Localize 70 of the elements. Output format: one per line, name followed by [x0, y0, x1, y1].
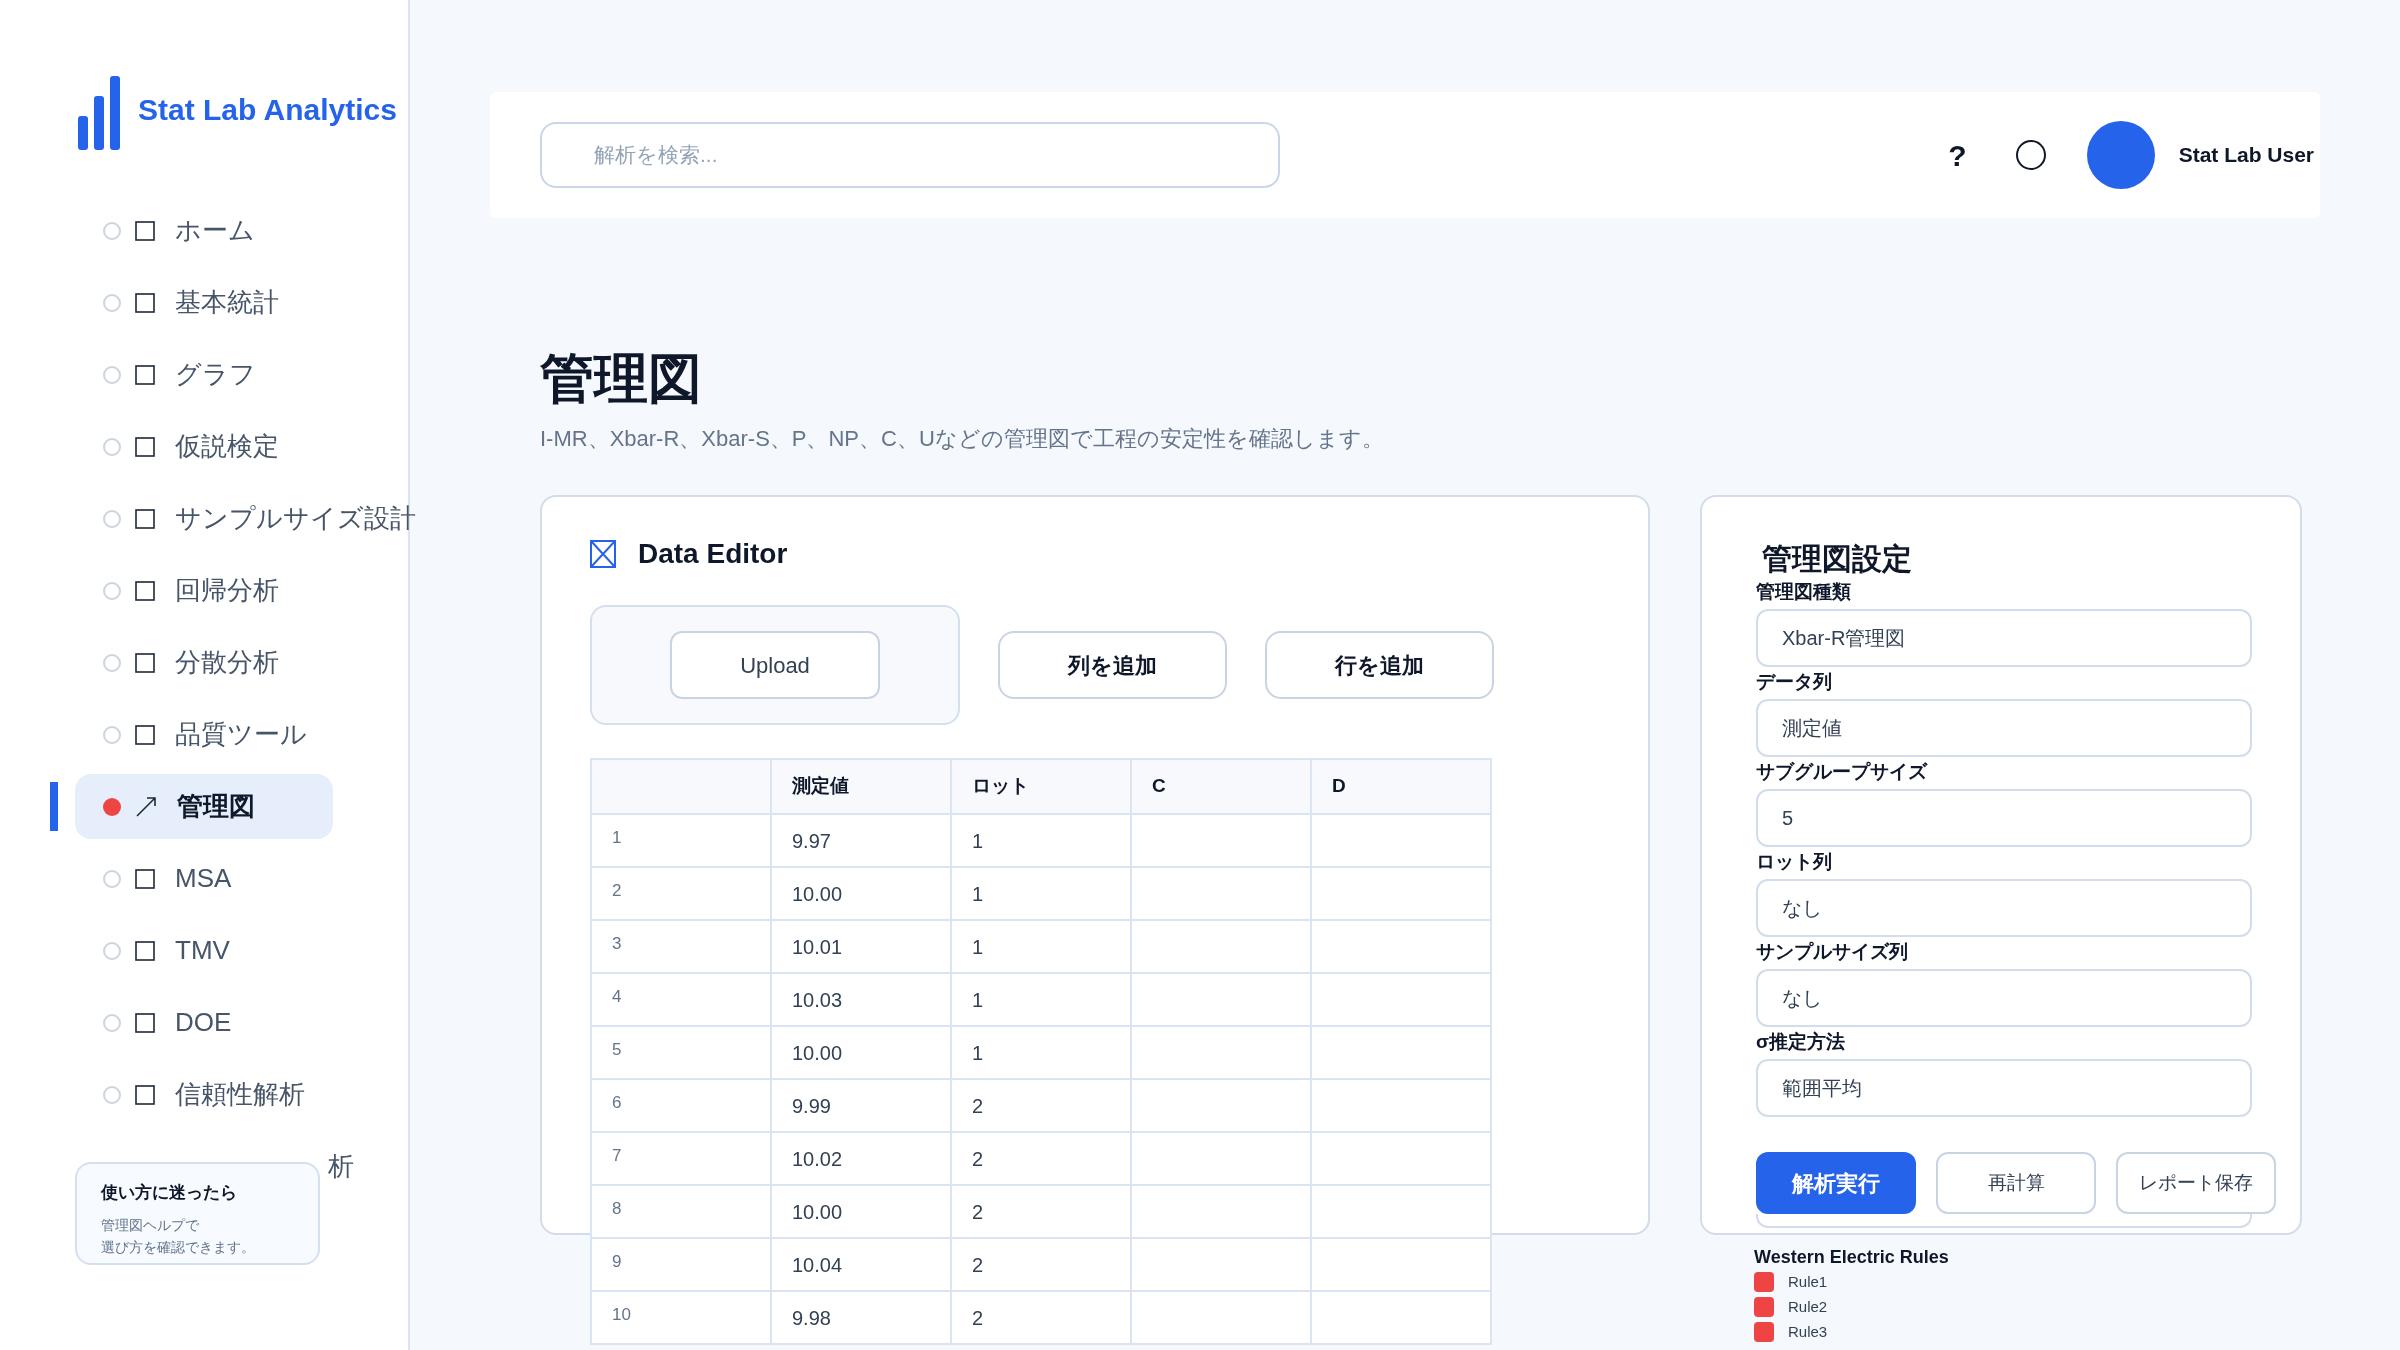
input-field[interactable]: 範囲平均 — [1756, 1059, 2252, 1117]
input-field[interactable] — [1756, 1214, 2252, 1228]
sidebar-item[interactable]: 回帰分析 — [75, 558, 333, 623]
page-title: 管理図 — [540, 347, 703, 410]
square-icon — [135, 292, 155, 313]
input-field[interactable]: Xbar-R管理図 — [1756, 609, 2252, 667]
action-button[interactable]: 再計算 — [1936, 1152, 2096, 1214]
help-icon[interactable]: ? — [1948, 132, 1967, 178]
bar-chart-logo-icon — [78, 76, 122, 150]
square-icon — [135, 220, 155, 241]
field-label: データ列 — [1756, 670, 1833, 694]
field-label: サブグループサイズ — [1756, 760, 1929, 784]
rule-label: Rule2 — [1788, 1296, 1828, 1317]
rules-title: Western Electric Rules — [1754, 1246, 1950, 1269]
active-indicator — [50, 782, 58, 831]
square-icon — [135, 364, 155, 385]
sidebar-item[interactable]: サンプルサイズ設計 — [75, 486, 426, 551]
sidebar-item[interactable]: ホーム — [75, 198, 333, 263]
crossed-square-icon — [590, 540, 616, 568]
input-field[interactable]: なし — [1756, 879, 2252, 937]
square-icon — [135, 868, 155, 889]
upload-button[interactable]: Upload — [670, 631, 880, 699]
card-title: Data Editor — [638, 537, 788, 571]
sidebar-item[interactable]: DOE — [75, 990, 333, 1055]
field-label: サンプルサイズ列 — [1756, 940, 1909, 964]
square-icon — [135, 436, 155, 457]
sidebar-item[interactable]: TMV — [75, 918, 333, 983]
rule-label: Rule1 — [1788, 1271, 1828, 1292]
rule-label: Rule3 — [1788, 1321, 1828, 1342]
input-field[interactable]: なし — [1756, 969, 2252, 1027]
help-title: 使い方に迷ったら — [101, 1182, 238, 1204]
user-name[interactable]: Stat Lab User — [2178, 139, 2314, 171]
sidebar-item[interactable]: 析 — [328, 1147, 354, 1186]
help-text: 選び方を確認できます。 — [101, 1237, 255, 1257]
field-label: ロット列 — [1756, 850, 1833, 874]
square-icon — [135, 1012, 155, 1033]
action-button[interactable]: レポート保存 — [2116, 1152, 2276, 1214]
action-button[interactable]: 行を追加 — [1265, 631, 1494, 699]
square-icon — [135, 580, 155, 601]
square-icon — [135, 1084, 155, 1105]
card-title: 管理図設定 — [1762, 541, 1913, 577]
input-field[interactable]: 5 — [1756, 789, 2252, 847]
search-field[interactable]: 解析を検索... — [540, 122, 1280, 188]
table-cell[interactable]: 2 — [951, 1291, 1131, 1344]
sidebar-item[interactable]: MSA — [75, 846, 333, 911]
field-label: σ推定方法 — [1756, 1030, 1846, 1054]
square-icon — [135, 724, 155, 745]
arrow-icon — [135, 795, 157, 818]
square-icon — [135, 652, 155, 673]
table-cell[interactable] — [1311, 1291, 1491, 1344]
action-button[interactable]: 解析実行 — [1756, 1152, 1916, 1214]
sidebar-item[interactable]: グラフ — [75, 342, 333, 407]
sidebar-item[interactable]: 管理図 — [75, 774, 333, 839]
table-cell[interactable]: 9.98 — [771, 1291, 951, 1344]
action-button[interactable]: 列を追加 — [998, 631, 1227, 699]
sidebar-item[interactable]: 信頼性解析 — [75, 1062, 333, 1127]
square-icon — [135, 940, 155, 961]
input-field[interactable]: 測定値 — [1756, 699, 2252, 757]
page-subtitle: I-MR、Xbar-R、Xbar-S、P、NP、C、Uなどの管理図で工程の安定性を確認します。 — [540, 425, 1385, 453]
field-label: 管理図種類 — [1756, 580, 1852, 604]
square-icon — [135, 508, 155, 529]
circle-icon[interactable] — [2014, 139, 2047, 171]
table-cell[interactable] — [1131, 1291, 1311, 1344]
sidebar-item[interactable]: 分散分析 — [75, 630, 333, 695]
help-text: 管理図ヘルプで — [101, 1215, 199, 1235]
sidebar-item[interactable]: 品質ツール — [75, 702, 333, 767]
sidebar-item[interactable]: 基本統計 — [75, 270, 333, 335]
row-number: 10 — [591, 1291, 771, 1344]
brand-name: Stat Lab Analytics — [138, 92, 397, 128]
sidebar-item[interactable]: 仮説検定 — [75, 414, 333, 479]
